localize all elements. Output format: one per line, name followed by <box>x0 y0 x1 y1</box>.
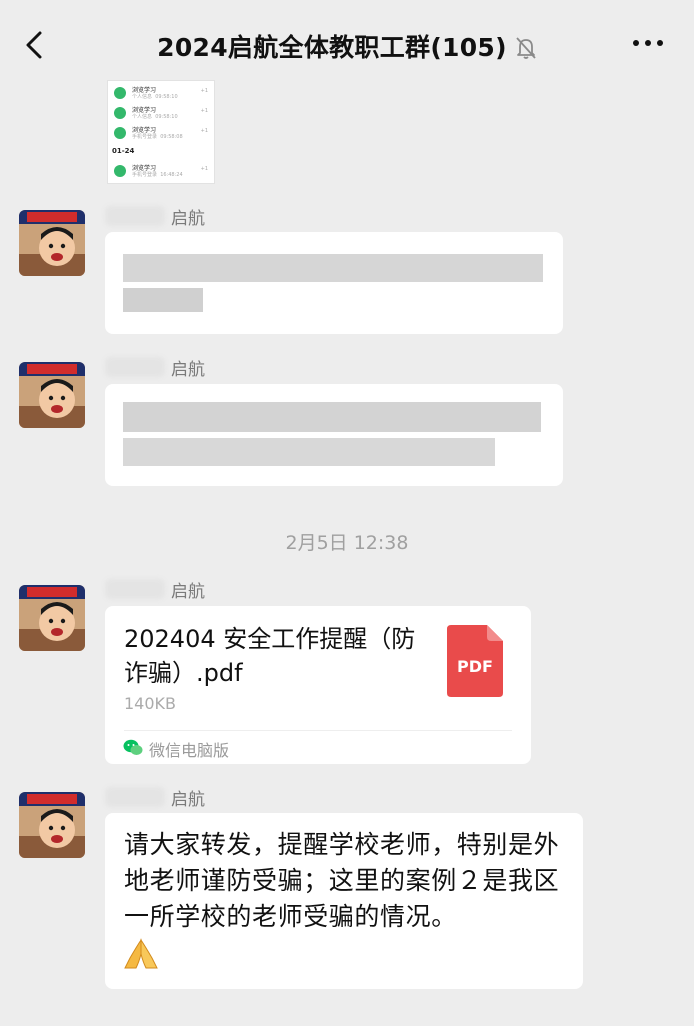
blurred-sender-prefix <box>105 787 165 807</box>
text-message-bubble[interactable]: 请大家转发，提醒学校老师，特别是外地老师谨防受骗；这里的案例２是我区一所学校的老… <box>105 813 583 989</box>
thumbnail-row-count: +1 <box>200 88 208 94</box>
sender-name: 启航 <box>171 209 205 229</box>
message-text: 请大家转发，提醒学校老师，特别是外地老师谨防受骗；这里的案例２是我区一所学校的老… <box>124 830 560 931</box>
avatar-image <box>19 792 85 858</box>
file-name: 202404 安全工作提醒（防诈骗）.pdf <box>124 625 416 687</box>
file-size: 140KB <box>124 694 177 713</box>
blurred-sender-prefix <box>105 357 165 377</box>
record-icon <box>114 107 126 119</box>
thumbnail-row-count: +1 <box>200 108 208 114</box>
thumbnail-row-sub: 手机号登录 09:58:08 <box>132 134 183 140</box>
chat-title: 2024启航全体教职工群(105) <box>0 28 694 64</box>
thumbnail-row: 浏览学习 手机号登录 09:58:08 +1 <box>112 125 210 143</box>
thumbnail-row-sub: 个人信息 09:58:10 <box>132 114 178 120</box>
praying-hands-icon <box>124 938 158 969</box>
image-message-thumbnail[interactable]: 浏览学习 个人信息 09:58:10 +1 浏览学习 个人信息 09:58:10… <box>107 80 215 184</box>
wechat-icon <box>123 739 143 755</box>
blurred-sender-prefix <box>105 206 165 226</box>
thumbnail-row: 浏览学习 手机号登录 16:48:24 +1 <box>112 163 210 181</box>
record-icon <box>114 127 126 139</box>
thumbnail-row: 浏览学习 个人信息 09:58:10 +1 <box>112 105 210 123</box>
message-timestamp: 2月5日 12:38 <box>285 532 409 554</box>
avatar-image <box>19 585 85 651</box>
sender-name: 启航 <box>171 790 205 810</box>
avatar-image <box>19 362 85 428</box>
avatar-image <box>19 210 85 276</box>
thumbnail-date: 01-24 <box>112 147 135 155</box>
blurred-sender-prefix <box>105 579 165 599</box>
pixelated-text <box>123 254 543 282</box>
pixelated-text <box>123 288 203 312</box>
thumbnail-row-count: +1 <box>200 128 208 134</box>
thumbnail-row-sub: 手机号登录 16:48:24 <box>132 172 183 178</box>
text-message-bubble[interactable] <box>105 232 563 334</box>
record-icon <box>114 165 126 177</box>
thumbnail-row-count: +1 <box>200 166 208 172</box>
avatar[interactable] <box>19 585 85 651</box>
text-message-bubble[interactable] <box>105 384 563 486</box>
avatar[interactable] <box>19 210 85 276</box>
sender-name: 启航 <box>171 360 205 380</box>
more-dots-icon[interactable] <box>632 38 664 48</box>
file-message-bubble[interactable]: 202404 安全工作提醒（防诈骗）.pdf 140KB PDF 微信电脑版 <box>105 606 531 764</box>
avatar[interactable] <box>19 792 85 858</box>
pixelated-text <box>123 402 541 432</box>
chat-header: 2024启航全体教职工群(105) <box>0 0 694 88</box>
chat-title-text: 2024启航全体教职工群(105) <box>157 33 507 62</box>
divider <box>124 730 512 731</box>
pixelated-text <box>123 438 495 466</box>
thumbnail-row: 浏览学习 个人信息 09:58:10 +1 <box>112 85 210 103</box>
sender-name: 启航 <box>171 582 205 602</box>
message-list[interactable]: 浏览学习 个人信息 09:58:10 +1 浏览学习 个人信息 09:58:10… <box>0 80 694 1026</box>
record-icon <box>114 87 126 99</box>
avatar[interactable] <box>19 362 85 428</box>
thumbnail-row-sub: 个人信息 09:58:10 <box>132 94 178 100</box>
pdf-icon-label: PDF <box>457 657 493 676</box>
file-source-label: 微信电脑版 <box>149 741 230 760</box>
bell-off-icon <box>516 37 536 59</box>
pdf-file-icon: PDF <box>447 625 503 697</box>
